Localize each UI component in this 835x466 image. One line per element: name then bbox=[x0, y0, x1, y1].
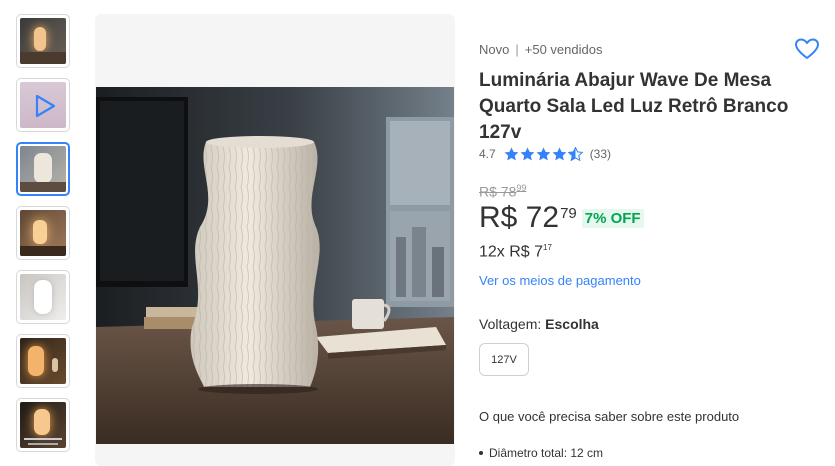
installments-text: 12x R$ 7 bbox=[479, 243, 544, 261]
voltage-option-127v[interactable]: 127V bbox=[479, 343, 529, 376]
thumbnail-4[interactable] bbox=[16, 206, 70, 260]
specs-title: O que você precisa saber sobre este prod… bbox=[479, 409, 740, 424]
old-price-int: R$ 78 bbox=[479, 183, 517, 200]
condition-label: Novo bbox=[479, 42, 510, 57]
play-icon bbox=[35, 94, 56, 118]
lamp-photo bbox=[96, 87, 454, 444]
heart-icon bbox=[795, 38, 819, 59]
thumbnail-7[interactable] bbox=[16, 398, 70, 452]
voltage-label-row: Voltagem: Escolha bbox=[479, 316, 599, 332]
main-product-image[interactable] bbox=[96, 87, 454, 444]
thumbnail-6[interactable] bbox=[16, 334, 70, 388]
thumbnail-video[interactable] bbox=[16, 78, 70, 132]
price-int: R$ 72 bbox=[479, 201, 560, 234]
spec-text: Diâmetro total: 12 cm bbox=[489, 446, 604, 460]
payment-methods-link[interactable]: Ver os meios de pagamento bbox=[479, 273, 641, 288]
product-title: Luminária Abajur Wave De Mesa Quarto Sal… bbox=[479, 70, 789, 143]
voltage-value: Escolha bbox=[545, 316, 599, 332]
spec-item: Diâmetro total: 12 cm bbox=[479, 446, 603, 460]
star-half-icon bbox=[567, 147, 583, 161]
rating-row[interactable]: 4.7 (33) bbox=[479, 147, 611, 161]
current-price: R$ 72 79 7% OFF bbox=[479, 201, 644, 235]
sold-count: +50 vendidos bbox=[524, 42, 603, 57]
star-icon bbox=[520, 147, 535, 161]
discount-badge: 7% OFF bbox=[581, 209, 644, 228]
star-icon bbox=[536, 147, 551, 161]
installments: 12x R$ 717 bbox=[479, 243, 552, 261]
star-icon bbox=[504, 147, 519, 161]
star-icon bbox=[552, 147, 567, 161]
subtitle-separator: | bbox=[515, 42, 519, 57]
thumbnail-3-selected[interactable] bbox=[16, 142, 70, 196]
rating-value: 4.7 bbox=[479, 147, 496, 161]
thumbnail-5[interactable] bbox=[16, 270, 70, 324]
rating-stars bbox=[504, 147, 584, 161]
old-price-cents: 99 bbox=[516, 183, 527, 193]
thumbnail-1[interactable] bbox=[16, 14, 70, 68]
old-price: R$ 7899 bbox=[479, 183, 526, 200]
voltage-label: Voltagem: bbox=[479, 316, 542, 332]
product-subtitle: Novo | +50 vendidos bbox=[479, 42, 602, 57]
rating-count: (33) bbox=[589, 147, 612, 161]
bullet-icon bbox=[479, 450, 483, 455]
favorite-button[interactable] bbox=[794, 37, 820, 61]
installments-cents: 17 bbox=[543, 243, 552, 252]
price-cents: 79 bbox=[560, 205, 577, 222]
